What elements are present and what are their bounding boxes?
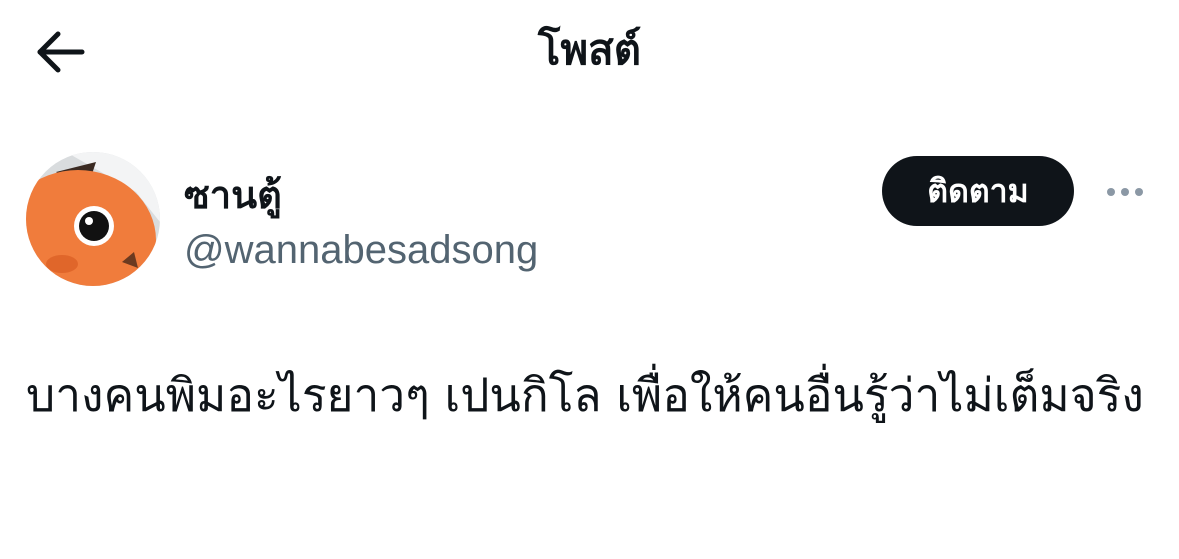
more-options-button[interactable] xyxy=(1098,172,1152,212)
follow-button[interactable]: ติดตาม xyxy=(882,156,1074,226)
orange-fish-avatar xyxy=(26,152,160,286)
page-title: โพสต์ xyxy=(537,25,642,74)
avatar[interactable] xyxy=(26,152,160,286)
post-author: ซานตู้ @wannabesadsong ติดตาม xyxy=(26,152,1156,292)
display-name[interactable]: ซานตู้ xyxy=(184,172,282,218)
post-text: บางคนพิมอะไรยาวๆ เปนกิโล เพื่อให้คนอื่นร… xyxy=(26,368,1144,422)
more-horizontal-icon xyxy=(1107,188,1115,196)
top-bar: โพสต์ xyxy=(0,0,1179,110)
more-horizontal-icon-dot xyxy=(1135,188,1143,196)
more-horizontal-icon-dot xyxy=(1121,188,1129,196)
user-handle[interactable]: @wannabesadsong xyxy=(184,226,538,274)
